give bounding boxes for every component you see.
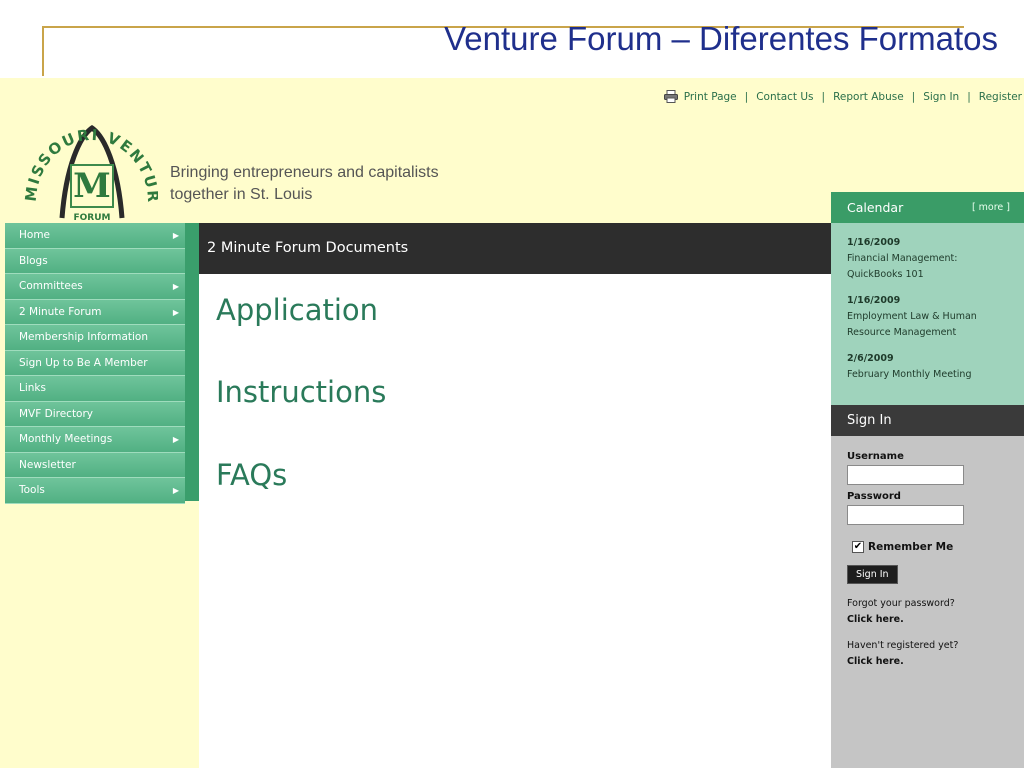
forgot-password-block: Forgot your password? Click here. bbox=[847, 596, 1008, 628]
event-title-line-2: Resource Management bbox=[847, 327, 957, 338]
sign-in-button[interactable]: Sign In bbox=[847, 565, 898, 584]
calendar-header: Calendar [ more ] bbox=[831, 192, 1024, 223]
print-page-link[interactable]: Print Page bbox=[684, 91, 737, 103]
nav-item[interactable]: Newsletter bbox=[5, 452, 185, 478]
main-header: 2 Minute Forum Documents bbox=[199, 223, 831, 274]
contact-us-link[interactable]: Contact Us bbox=[756, 91, 813, 103]
tagline-line-2: together in St. Louis bbox=[170, 186, 313, 203]
signin-form: Username Password ✔ Remember Me Sign In … bbox=[831, 436, 1024, 670]
event-title-line-2: QuickBooks 101 bbox=[847, 269, 924, 280]
forgot-password-text: Forgot your password? bbox=[847, 598, 955, 609]
nav-item[interactable]: Committees ▶ bbox=[5, 274, 185, 300]
nav-item-label: Committees bbox=[19, 280, 83, 292]
event-title-line-1: February Monthly Meeting bbox=[847, 369, 972, 380]
nav-item-label: Links bbox=[19, 382, 46, 394]
nav-item[interactable]: MVF Directory bbox=[5, 401, 185, 427]
register-here-link[interactable]: Click here. bbox=[847, 656, 904, 667]
nav-item-label: Home bbox=[19, 229, 51, 241]
nav-item-label: MVF Directory bbox=[19, 407, 94, 420]
right-sidebar: Calendar [ more ] 1/16/2009 Financial Man… bbox=[831, 192, 1024, 768]
link-separator: | bbox=[967, 90, 971, 103]
event-date: 2/6/2009 bbox=[847, 353, 894, 364]
remember-me-label[interactable]: Remember Me bbox=[868, 541, 953, 553]
nav-item[interactable]: Tools ▶ bbox=[5, 478, 185, 504]
link-separator: | bbox=[821, 90, 826, 103]
faqs-link[interactable]: FAQs bbox=[216, 458, 287, 492]
username-input[interactable] bbox=[847, 465, 964, 485]
slide-title: Venture Forum – Diferentes Formatos bbox=[444, 20, 998, 57]
website-screenshot: Print Page | Contact Us | Report Abuse |… bbox=[0, 78, 1024, 768]
main-content: 2 Minute Forum Documents Application Ins… bbox=[199, 223, 831, 768]
chevron-right-icon: ▶ bbox=[172, 435, 179, 444]
password-input[interactable] bbox=[847, 505, 964, 525]
link-separator: | bbox=[911, 90, 916, 103]
nav-item-label: 2 Minute Forum bbox=[19, 305, 102, 318]
remember-me-checkbox[interactable]: ✔ bbox=[852, 541, 864, 553]
username-label: Username bbox=[847, 451, 904, 462]
nav-accent-strip bbox=[185, 223, 199, 501]
register-link[interactable]: Register bbox=[979, 91, 1022, 103]
nav-item[interactable]: Home ▶ bbox=[5, 223, 185, 249]
nav-item-label: Sign Up to Be A Member bbox=[19, 356, 148, 369]
nav-item-label: Membership Information bbox=[19, 331, 149, 343]
nav-item-label: Blogs bbox=[19, 254, 48, 267]
missouri-venture-forum-logo[interactable]: MISSOURI VENTURE M FORUM bbox=[22, 106, 158, 226]
nav-item-label: Newsletter bbox=[19, 458, 76, 471]
logo-m-box: M bbox=[70, 164, 114, 208]
event-title-line-1: Employment Law & Human bbox=[847, 311, 977, 322]
tagline-line-1: Bringing entrepreneurs and capitalists bbox=[170, 164, 439, 181]
slide-frame-left-line bbox=[42, 26, 44, 76]
report-abuse-link[interactable]: Report Abuse bbox=[833, 91, 904, 103]
signin-header: Sign In bbox=[831, 405, 1024, 436]
nav-item[interactable]: Links bbox=[5, 376, 185, 402]
calendar-event[interactable]: 1/16/2009 Employment Law & Human Resource … bbox=[847, 293, 1008, 341]
calendar-event[interactable]: 1/16/2009 Financial Management: QuickBooks… bbox=[847, 235, 1008, 283]
event-title-line-1: Financial Management: bbox=[847, 253, 958, 264]
left-navigation: Home ▶ Blogs Committees ▶ 2 Minute Forum ▶ Memb… bbox=[5, 223, 185, 504]
nav-item-label: Tools bbox=[19, 484, 45, 496]
instructions-link[interactable]: Instructions bbox=[216, 375, 386, 409]
calendar-more-link[interactable]: [ more ] bbox=[972, 192, 1010, 223]
logo-letter: M bbox=[73, 166, 111, 206]
chevron-right-icon: ▶ bbox=[172, 231, 179, 240]
application-link[interactable]: Application bbox=[216, 293, 378, 327]
nav-item-label: Monthly Meetings bbox=[19, 433, 113, 445]
register-text: Haven't registered yet? bbox=[847, 640, 959, 651]
sign-in-link[interactable]: Sign In bbox=[923, 91, 959, 103]
event-date: 1/16/2009 bbox=[847, 295, 901, 306]
event-date: 1/16/2009 bbox=[847, 237, 901, 248]
printer-icon[interactable] bbox=[663, 90, 678, 103]
top-utility-links: Print Page | Contact Us | Report Abuse |… bbox=[663, 90, 1022, 103]
chevron-right-icon: ▶ bbox=[172, 486, 179, 495]
forgot-password-link[interactable]: Click here. bbox=[847, 614, 904, 625]
calendar-events: 1/16/2009 Financial Management: QuickBooks… bbox=[831, 223, 1024, 405]
site-tagline: Bringing entrepreneurs and capitalists t… bbox=[170, 162, 439, 206]
remember-me-row: ✔ Remember Me bbox=[852, 541, 1008, 553]
register-block: Haven't registered yet? Click here. bbox=[847, 638, 1008, 670]
nav-item[interactable]: 2 Minute Forum ▶ bbox=[5, 299, 185, 325]
chevron-right-icon: ▶ bbox=[172, 282, 179, 291]
link-separator: | bbox=[744, 90, 749, 103]
calendar-event[interactable]: 2/6/2009 February Monthly Meeting bbox=[847, 351, 1008, 383]
nav-item[interactable]: Membership Information bbox=[5, 325, 185, 351]
calendar-title: Calendar bbox=[847, 200, 904, 215]
nav-item[interactable]: Monthly Meetings ▶ bbox=[5, 427, 185, 453]
password-label: Password bbox=[847, 491, 901, 502]
chevron-right-icon: ▶ bbox=[172, 307, 179, 317]
nav-item[interactable]: Blogs bbox=[5, 248, 185, 274]
logo-forum-word: FORUM bbox=[73, 213, 111, 223]
nav-item[interactable]: Sign Up to Be A Member bbox=[5, 350, 185, 376]
